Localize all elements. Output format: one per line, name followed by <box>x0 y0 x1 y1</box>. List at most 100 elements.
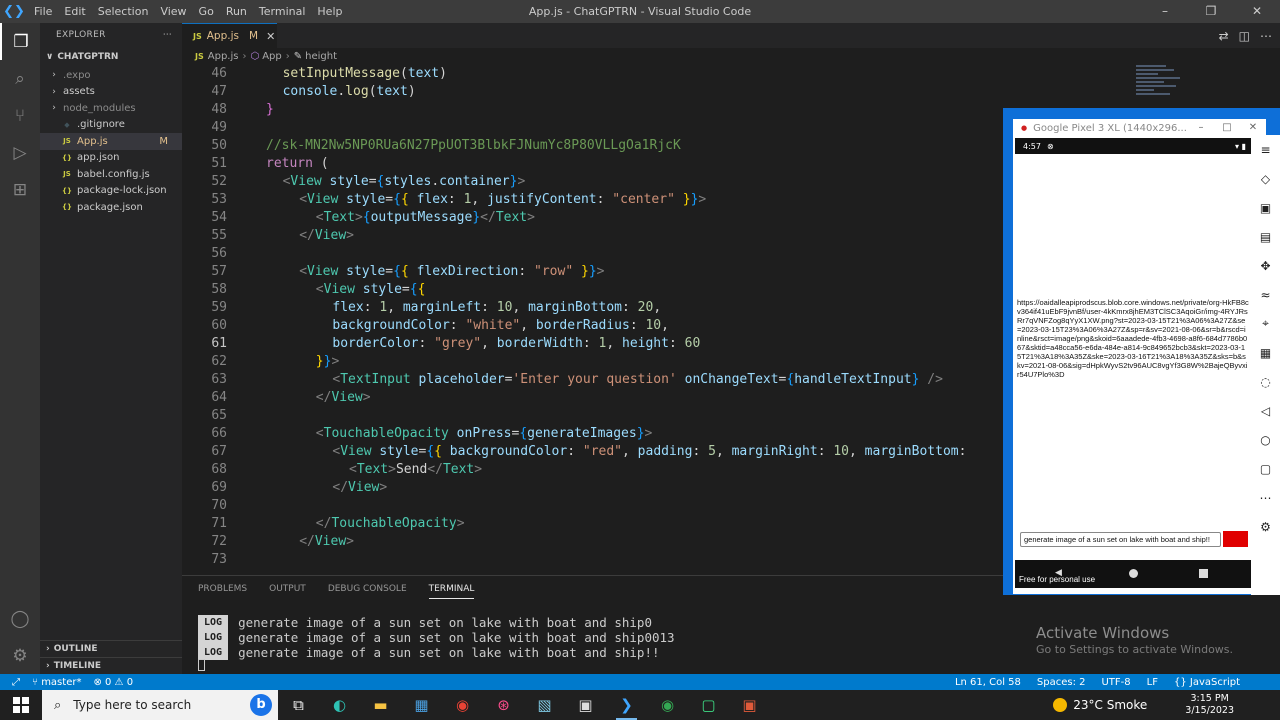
tab-terminal[interactable]: TERMINAL <box>428 584 475 599</box>
tab-problems[interactable]: PROBLEMS <box>198 584 247 594</box>
weather-widget[interactable]: 23°C Smoke <box>1053 698 1147 712</box>
windows-start-icon[interactable] <box>0 690 42 720</box>
gps-icon[interactable]: ⌖ <box>1251 309 1280 338</box>
wifi-icon[interactable]: ≈ <box>1251 280 1280 309</box>
send-button[interactable] <box>1223 531 1248 547</box>
source-control-icon[interactable]: ⑂ <box>0 97 40 134</box>
open-gapps-icon[interactable]: ◌ <box>1251 367 1280 396</box>
breadcrumb-property[interactable]: height <box>305 51 337 62</box>
encoding[interactable]: UTF-8 <box>1101 677 1130 688</box>
line-number: 59 <box>211 300 227 315</box>
tree-item-assets[interactable]: › assets <box>40 84 182 101</box>
file-explorer-icon[interactable]: ▬ <box>360 690 401 720</box>
menu-edit[interactable]: Edit <box>58 0 91 23</box>
menu-terminal[interactable]: Terminal <box>253 0 312 23</box>
taskbar-search[interactable]: ⌕ Type here to search b <box>42 690 278 720</box>
line-source: <View style={{ backgroundColor: "red", p… <box>332 443 966 461</box>
more-actions-icon[interactable]: ⋯ <box>1260 29 1272 43</box>
task-view-icon[interactable]: ⧉ <box>278 690 319 720</box>
gear-icon[interactable]: ⚙ <box>0 637 40 674</box>
restore-icon[interactable]: ❐ <box>1188 0 1234 23</box>
recents-icon[interactable] <box>1199 569 1208 578</box>
more-icon[interactable]: ⋯ <box>1251 483 1280 512</box>
id-icon[interactable]: ▤ <box>1251 222 1280 251</box>
end-of-line[interactable]: LF <box>1147 677 1158 688</box>
tree-item-package-json[interactable]: {} package.json <box>40 199 182 216</box>
tree-item-package-lock-json[interactable]: {} package-lock.json <box>40 183 182 200</box>
edge-icon[interactable]: ◐ <box>319 690 360 720</box>
close-icon[interactable]: ✕ <box>1234 0 1280 23</box>
tab-app-js[interactable]: JS App.js M ✕ <box>182 23 277 48</box>
home-icon[interactable]: ○ <box>1251 425 1280 454</box>
terminal-line: LOG generate image of a sun set on lake w… <box>198 645 660 660</box>
timeline-section[interactable]: › TIMELINE <box>40 657 182 674</box>
signal-battery-icon: ▾ ▮ <box>1235 141 1246 151</box>
workspace-folder[interactable]: ∨ CHATGPTRN <box>40 47 182 67</box>
run-debug-icon[interactable]: ▷ <box>0 134 40 171</box>
line-source: <TouchableOpacity onPress={generateImage… <box>316 425 653 443</box>
menu-go[interactable]: Go <box>193 0 220 23</box>
account-icon[interactable]: ◯ <box>0 600 40 637</box>
code-token: : <box>449 318 466 333</box>
tree-item-gitignore[interactable]: ◆ .gitignore <box>40 117 182 134</box>
tree-item-babel-config-js[interactable]: JS babel.config.js <box>40 166 182 183</box>
branch-indicator[interactable]: ⑂ master* <box>32 677 81 688</box>
gear-icon[interactable]: ⚙ <box>1251 512 1280 541</box>
chrome-icon[interactable]: ◉ <box>442 690 483 720</box>
android-studio-icon[interactable]: ▢ <box>688 690 729 720</box>
clock[interactable]: 3:15 PM 3/15/2023 <box>1185 693 1234 717</box>
minimize-icon[interactable]: – <box>1188 119 1214 137</box>
recents-icon[interactable]: ▢ <box>1251 454 1280 483</box>
app-icon[interactable]: ⊛ <box>483 690 524 720</box>
more-actions-icon[interactable]: ⋯ <box>163 30 172 40</box>
bing-icon[interactable]: b <box>250 694 272 716</box>
emulator-title: Google Pixel 3 XL (1440x296... <box>1033 122 1187 134</box>
store-icon[interactable]: ▦ <box>401 690 442 720</box>
code-line[interactable]: 46 setInputMessage(text) <box>182 65 1280 83</box>
breadcrumb-symbol[interactable]: App <box>262 51 282 62</box>
search-icon[interactable]: ⌕ <box>0 60 40 97</box>
tree-item-node-modules[interactable]: › node_modules <box>40 100 182 117</box>
tab-debug-console[interactable]: DEBUG CONSOLE <box>328 584 407 594</box>
problems-indicator[interactable]: ⊗ 0 ⚠ 0 <box>93 677 133 688</box>
restore-icon[interactable]: □ <box>1214 119 1240 137</box>
move-icon[interactable]: ✥ <box>1251 251 1280 280</box>
source-control-diff-icon[interactable]: ⇄ <box>1219 29 1229 43</box>
extensions-icon[interactable]: ⊞ <box>0 171 40 208</box>
menu-icon[interactable]: ≡ <box>1251 135 1280 164</box>
question-input[interactable]: generate image of a sun set on lake with… <box>1020 532 1221 547</box>
menu-selection[interactable]: Selection <box>92 0 155 23</box>
tab-output[interactable]: OUTPUT <box>269 584 306 594</box>
menu-help[interactable]: Help <box>311 0 348 23</box>
minimize-icon[interactable]: – <box>1142 0 1188 23</box>
tree-item-app-js[interactable]: JS App.js M <box>40 133 182 150</box>
cursor-position[interactable]: Ln 61, Col 58 <box>955 677 1021 688</box>
breadcrumb: JS App.js › ⬡ App › ✎ height <box>182 48 1280 65</box>
back-icon[interactable]: ◁ <box>1251 396 1280 425</box>
rotate-icon[interactable]: ◇ <box>1251 164 1280 193</box>
explorer-icon[interactable]: ❐ <box>0 23 40 60</box>
tree-item-label: assets <box>63 86 95 98</box>
menu-run[interactable]: Run <box>220 0 253 23</box>
chrome-icon[interactable]: ◉ <box>647 690 688 720</box>
notepad-icon[interactable]: ▧ <box>524 690 565 720</box>
menu-file[interactable]: File <box>28 0 58 23</box>
terminal-icon[interactable]: ▣ <box>565 690 606 720</box>
breadcrumb-file[interactable]: App.js <box>208 51 239 62</box>
remote-icon[interactable]: ⤢ <box>12 677 20 688</box>
language-mode[interactable]: {} JavaScript <box>1174 677 1240 688</box>
code-token: TouchableOpacity <box>331 516 457 531</box>
indentation[interactable]: Spaces: 2 <box>1037 677 1086 688</box>
vscode-taskbar-icon[interactable]: ❯ <box>606 690 647 720</box>
home-icon[interactable] <box>1129 569 1138 578</box>
camera-icon[interactable]: ▣ <box>1251 193 1280 222</box>
tree-item-app-json[interactable]: {} app.json <box>40 150 182 167</box>
app-red-icon[interactable]: ▣ <box>729 690 770 720</box>
split-editor-icon[interactable]: ◫ <box>1239 29 1250 43</box>
code-line[interactable]: 47 console.log(text) <box>182 83 1280 101</box>
close-tab-icon[interactable]: ✕ <box>266 30 275 43</box>
outline-section[interactable]: › OUTLINE <box>40 640 182 657</box>
tree-item-expo[interactable]: › .expo <box>40 67 182 84</box>
menu-view[interactable]: View <box>154 0 192 23</box>
media-icon[interactable]: ▦ <box>1251 338 1280 367</box>
